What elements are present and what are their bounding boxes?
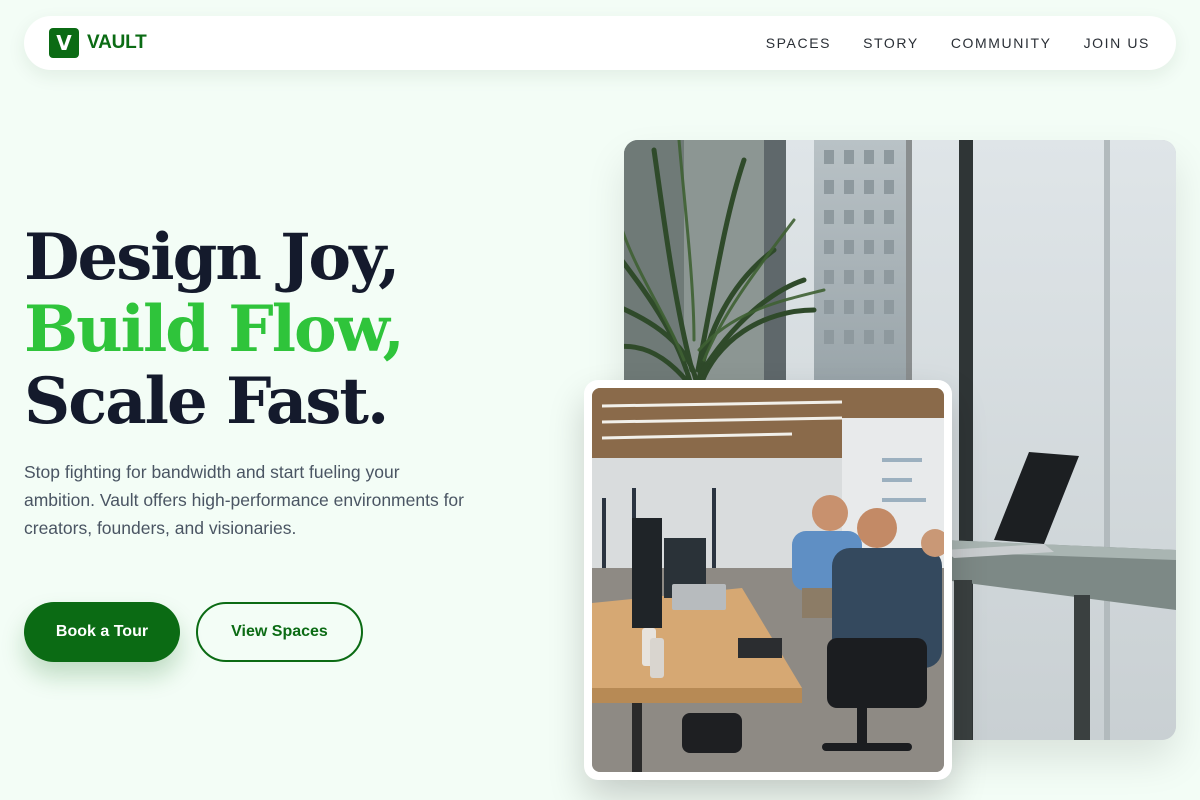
nav-links: SPACES STORY COMMUNITY JOIN US	[766, 35, 1150, 51]
hero-title-line-1: Design Joy,	[24, 220, 400, 295]
nav-link-community[interactable]: COMMUNITY	[951, 35, 1052, 51]
hero-title-line-3: Scale Fast.	[24, 364, 389, 439]
brand-mark: V	[49, 28, 79, 58]
hero-title: Design Joy, Build Flow, Scale Fast.	[24, 220, 405, 439]
nav-link-story[interactable]: STORY	[863, 35, 919, 51]
coworking-desks-photo-icon	[592, 388, 944, 772]
book-tour-button[interactable]: Book a Tour	[24, 602, 180, 662]
top-navbar: V VAULT SPACES STORY COMMUNITY JOIN US	[24, 16, 1176, 70]
nav-link-join-us[interactable]: JOIN US	[1084, 35, 1150, 51]
view-spaces-button[interactable]: View Spaces	[196, 602, 363, 662]
brand-logo[interactable]: V VAULT	[49, 28, 147, 58]
hero-description: Stop fighting for bandwidth and start fu…	[24, 462, 464, 538]
inset-photo-frame	[584, 380, 952, 780]
nav-link-spaces[interactable]: SPACES	[766, 35, 831, 51]
hero-title-line-2: Build Flow,	[24, 292, 405, 367]
brand-name: VAULT	[87, 32, 147, 53]
